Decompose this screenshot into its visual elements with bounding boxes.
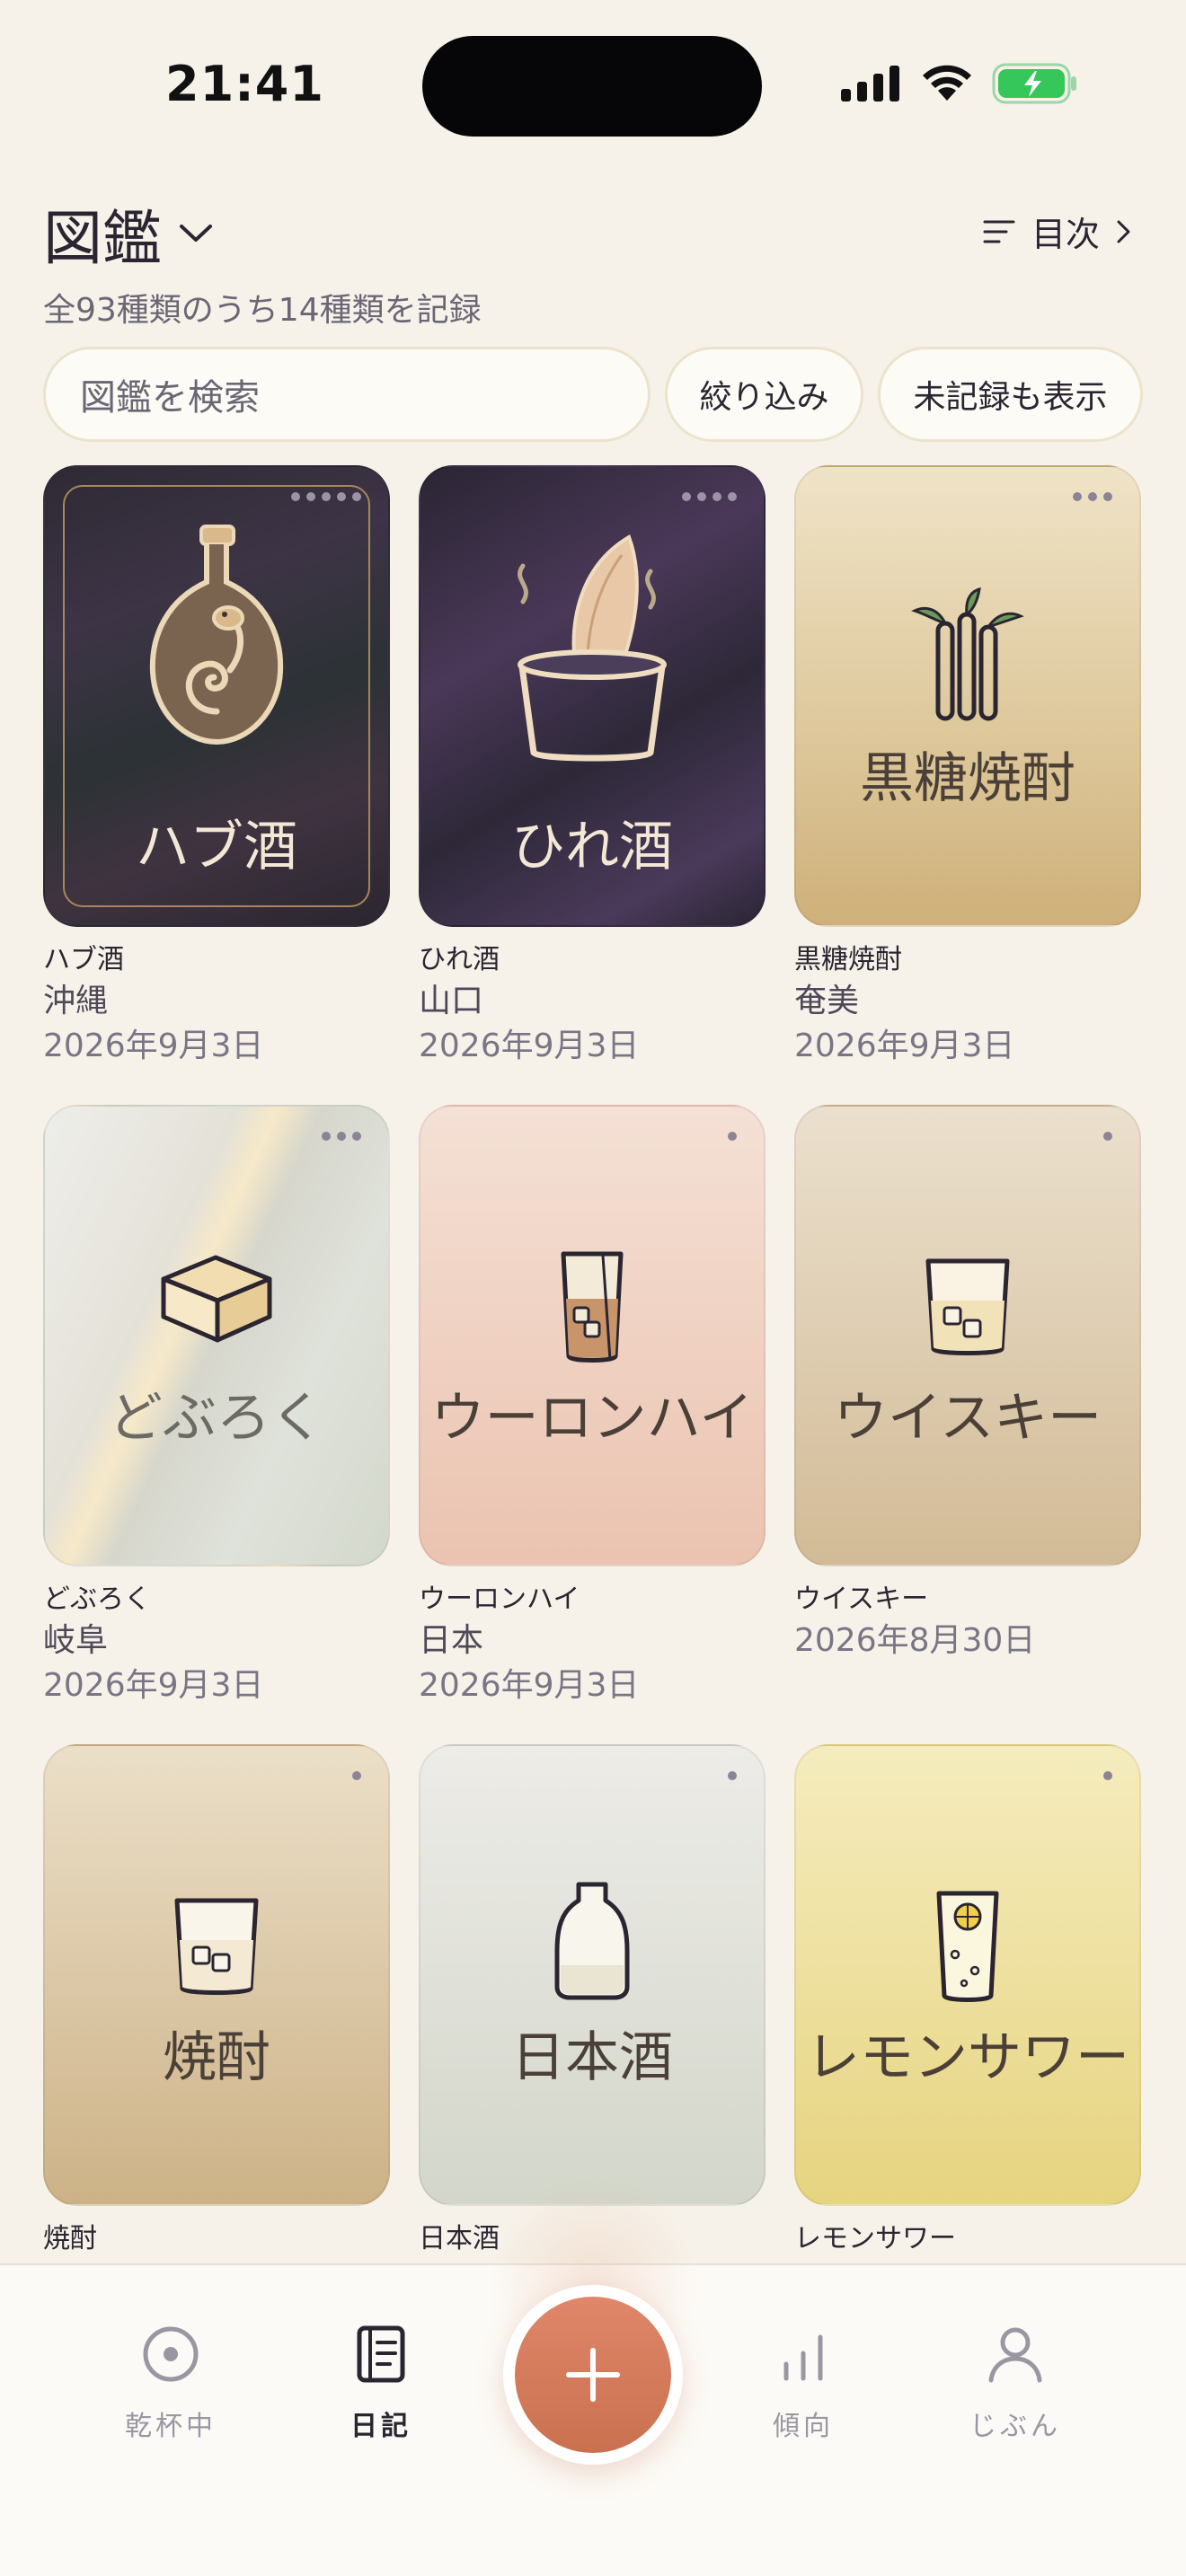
collection-item[interactable]: どぶろく どぶろく 岐阜 2026年9月3日 (43, 1105, 390, 1708)
card-label: レモンサワー (806, 2026, 1129, 2089)
item-name: ハブ酒 (43, 944, 124, 975)
search-input[interactable]: 図鑑を検索 (43, 347, 651, 442)
collection-item[interactable]: ハブ酒 ハブ酒 沖縄 2026年9月3日 (43, 465, 390, 1069)
card-label: 黒糖焼酎 (860, 747, 1075, 810)
item-name: ひれ酒 (419, 944, 500, 975)
dynamic-island (422, 36, 762, 137)
card-kokuto-shochu[interactable]: 黒糖焼酎 (794, 465, 1141, 927)
rarity-dots (322, 1132, 361, 1141)
sake-bottle-icon (420, 1879, 764, 2001)
filter-button[interactable]: 絞り込み (664, 347, 864, 442)
rocks-glass-icon (45, 1895, 388, 1999)
card-nihonshu[interactable]: 日本酒 (419, 1744, 766, 2206)
person-icon (988, 2327, 1042, 2383)
tab-me[interactable]: じぶん (934, 2325, 1096, 2443)
item-region: 日本 (419, 1622, 484, 1659)
collection-item[interactable]: ウーロンハイ ウーロンハイ 日本 2026年9月3日 (419, 1105, 766, 1708)
collection-item[interactable]: レモンサワー レモンサワー (794, 1744, 1141, 2258)
card-habushu[interactable]: ハブ酒 (43, 465, 390, 927)
item-region: 沖縄 (43, 983, 109, 1019)
tab-label: じぶん (969, 2411, 1061, 2442)
toc-label: 目次 (1031, 215, 1100, 254)
card-label: どぶろく (109, 1387, 324, 1450)
masu-box-icon (45, 1252, 388, 1351)
item-date: 2026年9月3日 (794, 1028, 1015, 1064)
item-date: 2026年9月3日 (419, 1667, 640, 1704)
tab-label: 傾向 (773, 2411, 834, 2442)
item-name: どぶろく (43, 1584, 151, 1615)
bottom-tab-bar: 乾杯中 日記 傾向 じぶん (0, 2175, 1186, 2576)
card-label: ハブ酒 (136, 816, 297, 878)
item-date: 2026年9月3日 (419, 1028, 640, 1064)
wifi-icon (923, 65, 971, 101)
lemon-glass-icon (796, 1888, 1139, 2005)
rarity-dots (352, 1771, 361, 1780)
item-region: 奄美 (794, 983, 860, 1019)
status-time: 21:41 (165, 56, 324, 112)
item-name: 黒糖焼酎 (794, 944, 902, 975)
page-title: 図鑑 (43, 204, 162, 273)
chevron-right-icon (1117, 220, 1130, 243)
item-name: ウーロンハイ (419, 1584, 580, 1615)
rarity-dots (1103, 1132, 1112, 1141)
add-record-button[interactable] (503, 2285, 683, 2465)
fab-inner (515, 2297, 671, 2453)
signal-icon (841, 66, 899, 101)
toc-button[interactable]: 目次 (983, 207, 1132, 256)
card-label: 焼酎 (163, 2026, 270, 2089)
card-shochu[interactable]: 焼酎 (43, 1744, 390, 2206)
rocks-glass-icon (796, 1256, 1139, 1360)
card-whisky[interactable]: ウイスキー (794, 1105, 1141, 1566)
card-hirezake[interactable]: ひれ酒 (419, 465, 766, 927)
list-icon (983, 220, 1015, 243)
rarity-dots (728, 1771, 737, 1780)
habu-bottle-icon (45, 519, 388, 753)
record-summary: 全93種類のうち14種類を記録 (43, 292, 482, 329)
card-oolong-hai[interactable]: ウーロンハイ (419, 1105, 766, 1566)
card-label: ウーロンハイ (430, 1387, 754, 1450)
collection-item[interactable]: 焼酎 焼酎 (43, 1744, 390, 2258)
bar-chart-icon (783, 2334, 823, 2381)
show-unrecorded-button[interactable]: 未記録も表示 (878, 347, 1144, 442)
battery-icon (992, 63, 1076, 104)
tab-toast[interactable]: 乾杯中 (90, 2325, 252, 2443)
rarity-dots (682, 492, 737, 501)
collection-item[interactable]: 黒糖焼酎 黒糖焼酎 奄美 2026年9月3日 (794, 465, 1141, 1069)
item-region: 岐阜 (43, 1622, 109, 1659)
item-date: 2026年8月30日 (794, 1622, 1036, 1659)
tab-label: 乾杯中 (125, 2411, 217, 2442)
tall-glass-icon (420, 1248, 764, 1365)
card-label: ひれ酒 (511, 816, 673, 878)
item-name: レモンサワー (794, 2223, 956, 2254)
collection-item[interactable]: ひれ酒 ひれ酒 山口 2026年9月3日 (419, 465, 766, 1069)
item-date: 2026年9月3日 (43, 1028, 264, 1064)
rarity-dots (728, 1132, 737, 1141)
card-lemon-sour[interactable]: レモンサワー (794, 1744, 1141, 2206)
status-bar: 21:41 (0, 0, 1186, 171)
rarity-dots (1103, 1771, 1112, 1780)
rarity-dots (291, 492, 361, 501)
item-region: 山口 (419, 983, 484, 1019)
item-date: 2026年9月3日 (43, 1667, 264, 1704)
status-icons (841, 63, 1078, 104)
item-name: 焼酎 (43, 2223, 97, 2254)
tab-label: 日記 (350, 2411, 412, 2442)
sugarcane-icon (796, 587, 1139, 722)
tab-trends[interactable]: 傾向 (722, 2325, 884, 2443)
plus-icon (566, 2348, 620, 2402)
card-label: 日本酒 (511, 2026, 673, 2089)
title-dropdown[interactable]: 図鑑 (43, 190, 214, 277)
item-name: ウイスキー (794, 1584, 929, 1615)
notebook-icon (357, 2325, 405, 2383)
card-doburoku[interactable]: どぶろく (43, 1105, 390, 1566)
fin-cup-icon (420, 530, 764, 763)
search-row: 図鑑を検索 絞り込み 未記録も表示 (43, 347, 1144, 442)
chevron-down-icon (180, 225, 212, 242)
card-label: ウイスキー (833, 1387, 1102, 1450)
collection-item[interactable]: ウイスキー ウイスキー 2026年8月30日 (794, 1105, 1141, 1663)
rarity-dots (1073, 492, 1112, 501)
tab-diary[interactable]: 日記 (300, 2325, 462, 2443)
record-icon (143, 2326, 199, 2382)
